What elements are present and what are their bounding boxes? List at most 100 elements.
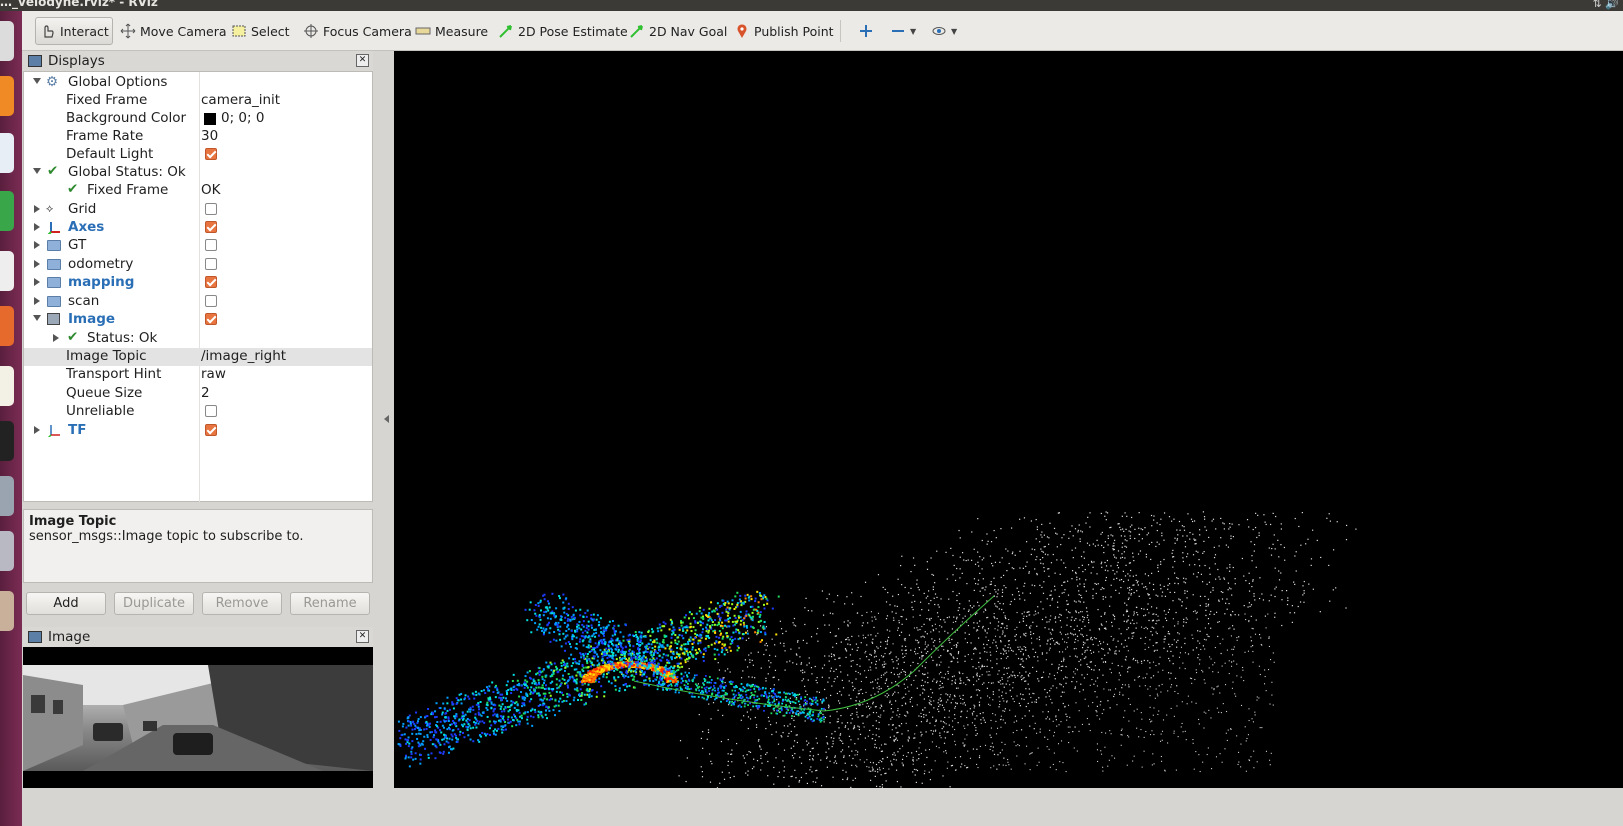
tree-row-image-status[interactable]: ✔ Status: Ok (24, 329, 372, 348)
close-icon[interactable]: ✕ (356, 630, 369, 643)
fixed-frame-value[interactable]: camera_init (201, 92, 280, 108)
expand-arrow-icon[interactable] (34, 278, 40, 286)
move-camera-tool-button[interactable]: Move Camera (116, 17, 231, 45)
add-tool-button[interactable] (854, 17, 882, 45)
property-label: Frame Rate (66, 128, 144, 144)
interact-tool-button[interactable]: Interact (35, 17, 113, 45)
close-icon[interactable]: ✕ (356, 54, 369, 67)
expand-arrow-icon[interactable] (53, 334, 59, 342)
image-panel-title: Image (48, 629, 91, 645)
global-status-label: Global Status: Ok (68, 164, 186, 180)
publish-point-tool-button[interactable]: Publish Point (730, 17, 838, 45)
tree-row-frame-rate[interactable]: Frame Rate 30 (24, 128, 372, 146)
launcher-app-icon[interactable] (0, 21, 14, 61)
camera-image-view (23, 647, 373, 788)
tf-checkbox[interactable] (205, 424, 217, 436)
measure-tool-button[interactable]: Measure (411, 17, 492, 45)
expand-arrow-icon[interactable] (34, 426, 40, 434)
background-color-value[interactable]: 0; 0; 0 (221, 110, 264, 126)
expand-arrow-icon[interactable] (33, 78, 41, 84)
pose-estimate-label: 2D Pose Estimate (518, 23, 628, 39)
software-center-icon[interactable] (0, 306, 14, 346)
tree-row-tf[interactable]: TF (24, 422, 372, 440)
expand-arrow-icon[interactable] (34, 241, 40, 249)
terminal-icon[interactable] (0, 421, 14, 461)
description-title: Image Topic (29, 514, 117, 529)
property-label: Fixed Frame (66, 92, 148, 108)
focus-camera-tool-button[interactable]: Focus Camera (299, 17, 416, 45)
camera-image (23, 665, 373, 771)
tree-row-mapping[interactable]: mapping (24, 274, 372, 292)
queue-size-value[interactable]: 2 (201, 385, 210, 401)
transport-hint-value[interactable]: raw (201, 366, 226, 382)
tree-row-odometry[interactable]: odometry (24, 256, 372, 274)
tree-row-default-light[interactable]: Default Light (24, 146, 372, 164)
green-arrow-icon (498, 23, 514, 39)
axes-checkbox[interactable] (205, 221, 217, 233)
grid-checkbox[interactable] (205, 203, 217, 215)
document-icon[interactable] (0, 251, 14, 291)
image-icon (47, 313, 60, 325)
tree-row-queue-size[interactable]: Queue Size 2 (24, 385, 372, 403)
select-box-icon (231, 23, 247, 39)
hand-icon (40, 23, 56, 39)
scan-checkbox[interactable] (205, 295, 217, 307)
tree-row-global-options[interactable]: ⚙ Global Options (24, 74, 372, 92)
remove-button[interactable]: Remove (202, 592, 282, 615)
tree-row-axes[interactable]: Axes (24, 219, 372, 237)
tree-row-fixed-frame[interactable]: Fixed Frame camera_init (24, 92, 372, 110)
expand-arrow-icon[interactable] (34, 260, 40, 268)
image-checkbox[interactable] (205, 313, 217, 325)
firefox-icon[interactable] (0, 76, 14, 116)
system-tray: ⇅ 🔊 (1592, 0, 1619, 10)
expand-arrow-icon[interactable] (34, 297, 40, 305)
3d-render-viewport[interactable] (390, 51, 1623, 789)
tree-row-image[interactable]: Image (24, 311, 372, 329)
tree-row-global-status[interactable]: ✔ Global Status: Ok (24, 163, 372, 182)
checkmark-icon: ✔ (67, 329, 79, 345)
expand-arrow-icon[interactable] (34, 223, 40, 231)
spreadsheet-icon[interactable] (0, 191, 14, 231)
rename-button[interactable]: Rename (290, 592, 370, 615)
chevron-down-icon: ▼ (951, 26, 958, 36)
duplicate-button[interactable]: Duplicate (114, 592, 194, 615)
tree-row-grid[interactable]: ⟡ Grid (24, 201, 372, 219)
rviz-icon[interactable] (0, 531, 14, 571)
color-swatch[interactable] (204, 113, 216, 125)
tree-row-image-topic[interactable]: Image Topic /image_right (24, 348, 372, 366)
gt-checkbox[interactable] (205, 239, 217, 251)
displays-tree: ⚙ Global Options Fixed Frame camera_init… (23, 71, 373, 502)
default-light-checkbox[interactable] (205, 148, 217, 160)
tree-row-unreliable[interactable]: Unreliable (24, 403, 372, 421)
nav-goal-tool-button[interactable]: 2D Nav Goal (625, 17, 731, 45)
odometry-checkbox[interactable] (205, 258, 217, 270)
tree-row-gt[interactable]: GT (24, 237, 372, 255)
mapping-label: mapping (68, 274, 135, 290)
focus-camera-label: Focus Camera (323, 23, 412, 39)
folder-icon (47, 259, 61, 270)
unreliable-checkbox[interactable] (205, 405, 217, 417)
tree-row-background-color[interactable]: Background Color 0; 0; 0 (24, 110, 372, 128)
settings-icon[interactable] (0, 476, 14, 516)
expand-arrow-icon[interactable] (33, 168, 41, 174)
add-button[interactable]: Add (26, 592, 106, 615)
property-label: Image Topic (66, 348, 147, 364)
expand-arrow-icon[interactable] (33, 315, 41, 321)
mapping-checkbox[interactable] (205, 276, 217, 288)
collapse-arrow-icon[interactable] (384, 415, 389, 423)
select-tool-button[interactable]: Select (227, 17, 294, 45)
remove-tool-dropdown[interactable]: ▼ (886, 17, 920, 45)
expand-arrow-icon[interactable] (34, 205, 40, 213)
frame-rate-value[interactable]: 30 (201, 128, 218, 144)
trash-icon[interactable] (0, 591, 14, 631)
tree-row-transport-hint[interactable]: Transport Hint raw (24, 366, 372, 384)
panel-splitter[interactable] (373, 51, 394, 788)
image-topic-value[interactable]: /image_right (201, 348, 286, 364)
amazon-icon[interactable] (0, 366, 14, 406)
files-icon[interactable] (0, 133, 14, 173)
tree-row-status-fixed-frame[interactable]: ✔ Fixed Frame OK (24, 181, 372, 200)
visibility-dropdown[interactable]: ▼ (927, 17, 961, 45)
status-fixed-frame-label: Fixed Frame (87, 182, 169, 198)
tree-row-scan[interactable]: scan (24, 293, 372, 311)
pose-estimate-tool-button[interactable]: 2D Pose Estimate (494, 17, 632, 45)
